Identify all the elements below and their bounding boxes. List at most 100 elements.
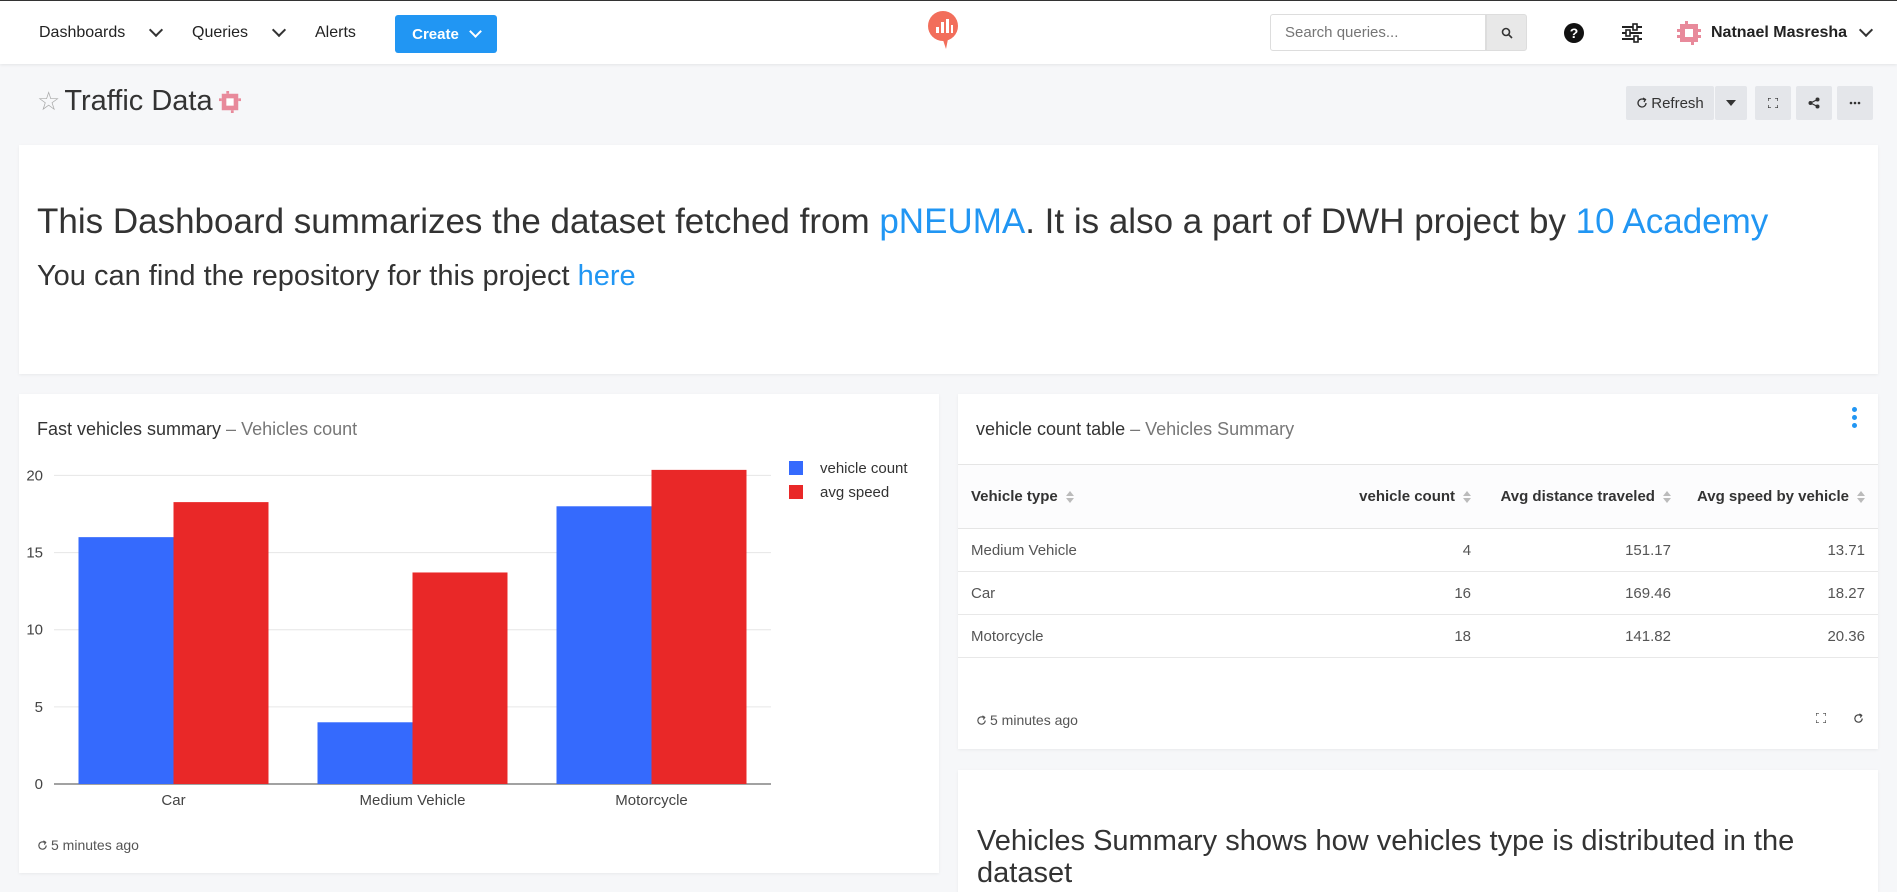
last-updated: 5 minutes ago xyxy=(37,837,139,853)
user-name: Natnael Masresha xyxy=(1711,24,1848,41)
user-menu[interactable]: Natnael Masresha xyxy=(1677,21,1874,45)
column-header-label: Avg distance traveled xyxy=(1500,488,1655,505)
legend-swatch xyxy=(789,485,803,499)
y-tick-label: 10 xyxy=(26,622,43,639)
chevron-down-icon[interactable] xyxy=(271,22,287,38)
y-tick-label: 20 xyxy=(26,467,43,484)
bar xyxy=(78,537,174,784)
avatar xyxy=(1677,21,1701,45)
nav-alerts-link[interactable]: Alerts xyxy=(315,24,356,42)
refresh-label: Refresh xyxy=(1651,94,1704,112)
legend-label: avg speed xyxy=(820,484,889,501)
create-button-label: Create xyxy=(412,25,459,43)
column-header-label: Vehicle type xyxy=(971,488,1058,505)
search-input[interactable] xyxy=(1270,14,1486,51)
share-button[interactable] xyxy=(1796,86,1832,120)
repository-link[interactable]: here xyxy=(578,260,636,292)
intro-text: This Dashboard summarizes the dataset fe… xyxy=(37,202,880,241)
ellipsis-icon xyxy=(1849,101,1861,105)
fullscreen-icon xyxy=(1768,98,1778,108)
last-updated-text: 5 minutes ago xyxy=(990,712,1078,728)
help-icon[interactable]: ? xyxy=(1564,23,1584,43)
page-title: Traffic Data xyxy=(64,85,213,117)
legend-label: vehicle count xyxy=(820,460,908,477)
bar xyxy=(412,572,508,784)
intro-heading: This Dashboard summarizes the dataset fe… xyxy=(37,202,1768,242)
column-header[interactable]: Avg distance traveled xyxy=(1484,464,1684,529)
table-cell: 18.27 xyxy=(1683,571,1878,615)
y-tick-label: 0 xyxy=(35,776,43,793)
pneuma-link[interactable]: pNEUMA xyxy=(879,202,1025,241)
table-header-row: Vehicle type vehicle count Avg distance … xyxy=(958,464,1878,529)
column-header[interactable]: Avg speed by vehicle xyxy=(1683,464,1878,529)
widget-subtitle: Vehicles count xyxy=(241,419,358,439)
10-academy-link[interactable]: 10 Academy xyxy=(1576,202,1769,241)
title-separator: – xyxy=(221,419,242,439)
expand-icon[interactable] xyxy=(1816,713,1826,723)
x-tick-label: Motorcycle xyxy=(615,792,688,809)
table-row: Medium Vehicle 4 151.17 13.71 xyxy=(958,528,1878,572)
create-button[interactable]: Create xyxy=(395,15,497,53)
nav-dashboards-label: Dashboards xyxy=(39,24,126,41)
legend-swatch xyxy=(789,461,803,475)
refresh-button[interactable]: Refresh xyxy=(1626,86,1714,120)
dashboard-actions: Refresh xyxy=(1626,86,1873,120)
column-header[interactable]: vehicle count xyxy=(1334,464,1485,529)
y-tick-label: 5 xyxy=(35,699,43,716)
widget-title-link[interactable]: Fast vehicles summary xyxy=(37,419,221,439)
table-row: Car 16 169.46 18.27 xyxy=(958,571,1878,615)
chevron-down-icon[interactable] xyxy=(149,22,164,38)
data-table: Vehicle type vehicle count Avg distance … xyxy=(958,464,1878,658)
widget-title: vehicle count table – Vehicles Summary xyxy=(976,419,1294,440)
sort-icon xyxy=(1463,491,1472,504)
more-options-button[interactable] xyxy=(1837,86,1873,120)
owner-avatar-icon xyxy=(218,90,241,113)
bar xyxy=(317,722,413,784)
table-cell: Motorcycle xyxy=(958,614,1335,658)
y-tick-label: 15 xyxy=(26,545,43,562)
widget-title: Fast vehicles summary – Vehicles count xyxy=(37,419,357,440)
nav-dashboards-menu[interactable]: Dashboards xyxy=(39,22,164,42)
chevron-down-icon xyxy=(1858,22,1874,38)
refresh-icon xyxy=(1637,97,1647,108)
chart-widget: Fast vehicles summary – Vehicles count 0… xyxy=(19,394,939,873)
table-cell: Medium Vehicle xyxy=(958,528,1335,572)
widget-menu-icon[interactable] xyxy=(1852,407,1858,431)
bar-chart: 0 5 10 15 20 Car Medium Vehicle Motorcycle vehic… xyxy=(26,460,908,809)
sort-icon xyxy=(1857,491,1865,504)
table-cell: 141.82 xyxy=(1484,614,1684,658)
bar xyxy=(651,469,747,784)
fullscreen-button[interactable] xyxy=(1755,86,1791,120)
bar xyxy=(173,502,269,784)
chevron-down-icon xyxy=(468,24,482,38)
redash-logo-icon[interactable] xyxy=(926,10,960,50)
nav-queries-label: Queries xyxy=(192,24,249,41)
refresh-options-button[interactable] xyxy=(1715,86,1747,120)
nav-queries-menu[interactable]: Queries xyxy=(192,22,287,42)
table-widget: vehicle count table – Vehicles Summary V… xyxy=(958,394,1878,749)
search-button[interactable] xyxy=(1486,14,1527,51)
widget-subtitle: Vehicles Summary xyxy=(1145,419,1295,439)
settings-sliders-icon[interactable] xyxy=(1621,23,1643,43)
intro-text-widget: This Dashboard summarizes the dataset fe… xyxy=(19,145,1878,374)
refresh-icon[interactable] xyxy=(1853,713,1864,724)
intro-text: You can find the repository for this pro… xyxy=(37,260,578,292)
intro-subheading: You can find the repository for this pro… xyxy=(37,260,636,293)
sort-icon xyxy=(1662,491,1671,504)
column-header-label: Avg speed by vehicle xyxy=(1696,488,1849,505)
nav-alerts-label: Alerts xyxy=(315,24,356,41)
column-header[interactable]: Vehicle type xyxy=(958,464,1335,529)
table-cell: 20.36 xyxy=(1683,614,1878,658)
widget-title-link[interactable]: vehicle count table xyxy=(976,419,1125,439)
refresh-icon xyxy=(977,714,986,725)
x-tick-label: Medium Vehicle xyxy=(360,792,466,809)
intro-text: . It is also a part of DWH project by xyxy=(1025,202,1576,241)
bar xyxy=(556,506,652,784)
star-favorite-icon[interactable]: ☆ xyxy=(37,86,60,117)
table-cell: Car xyxy=(958,571,1335,615)
table-cell: 13.71 xyxy=(1683,528,1878,572)
last-updated-text: 5 minutes ago xyxy=(51,837,139,853)
table-row: Motorcycle 18 141.82 20.36 xyxy=(958,614,1878,658)
description-text-widget: Vehicles Summary shows how vehicles type… xyxy=(958,770,1878,892)
share-icon xyxy=(1808,97,1820,109)
